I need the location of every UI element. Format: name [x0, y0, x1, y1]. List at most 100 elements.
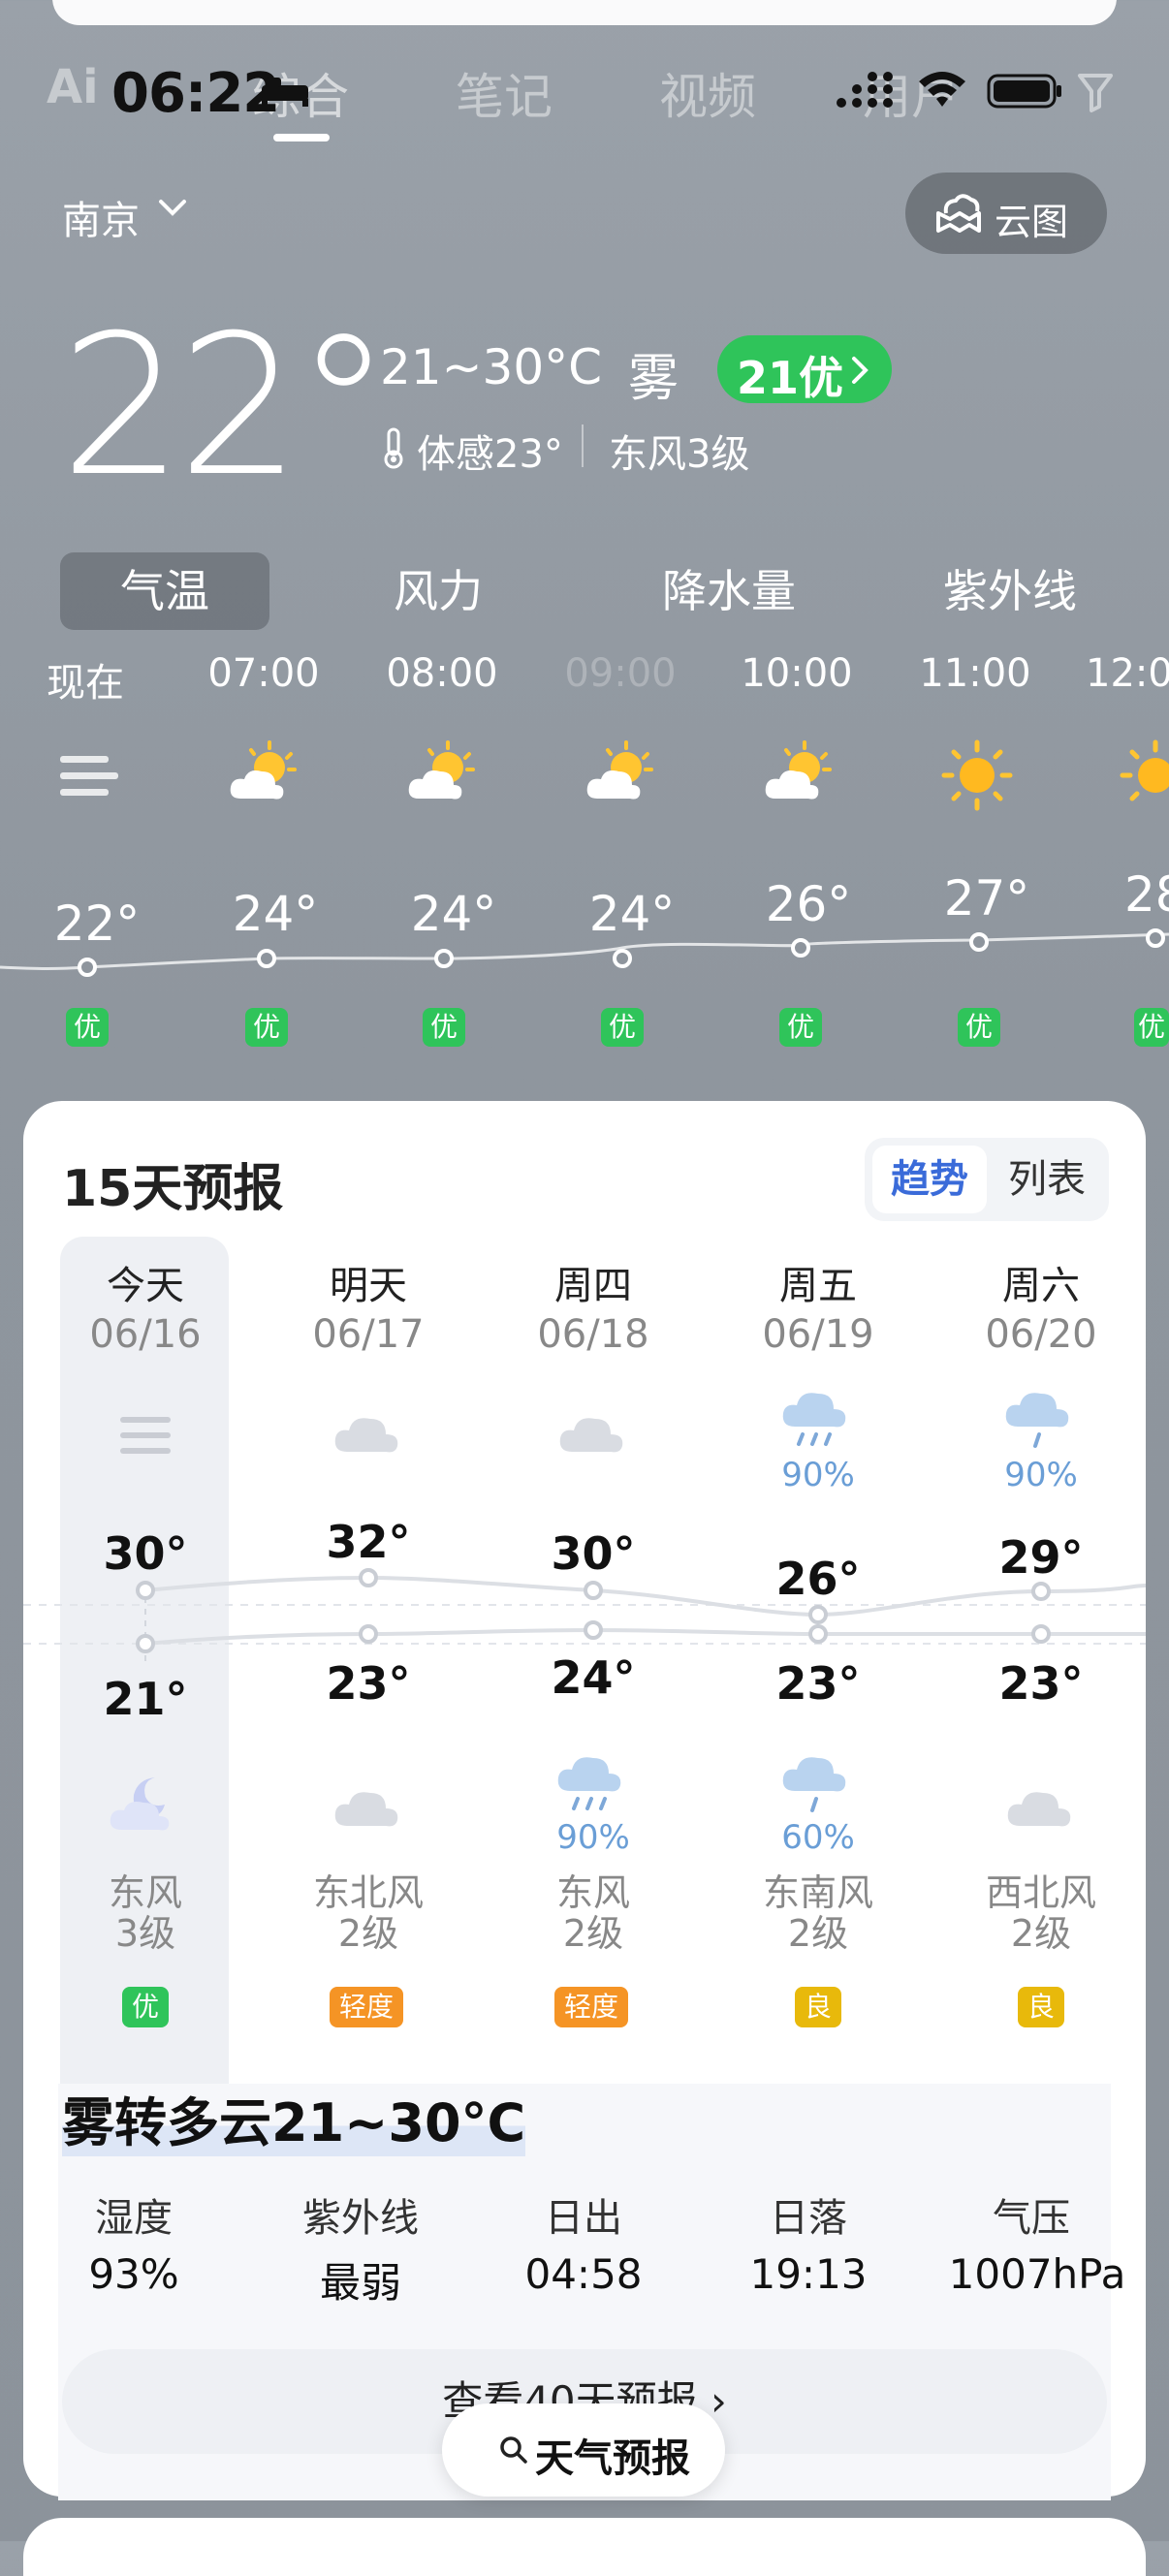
air-quality-badge: 良: [795, 1987, 842, 2027]
air-quality-badge: 轻度: [554, 1987, 629, 2027]
hour-temperature: 28°: [1124, 866, 1169, 923]
hour-temperature: 27°: [943, 870, 1030, 927]
air-quality-badge: 良: [1018, 1987, 1065, 2027]
clock: 06:22: [111, 62, 280, 125]
wind-level: 3级: [114, 1912, 176, 1955]
low-temp: 24°: [551, 1651, 636, 1704]
chevron-down-icon[interactable]: [157, 196, 188, 219]
air-quality-badge: 优: [66, 1008, 109, 1047]
hour-temperature: 22°: [53, 895, 141, 952]
forecast-card: 15天预报 趋势 列表 今天 明天 周四 周五 周六 06/16 06/17 0…: [23, 1101, 1146, 2500]
current-temperature: 22°: [60, 294, 392, 519]
signal-icon: [837, 72, 893, 108]
wind-direction: 东风: [555, 1871, 630, 1914]
air-quality-badge: 轻度: [330, 1987, 404, 2027]
battery-icon: [987, 74, 1061, 109]
tab-precipitation[interactable]: 降水量: [613, 552, 845, 630]
tab-videos[interactable]: 视频: [659, 58, 756, 128]
low-temp: 21°: [103, 1673, 188, 1725]
low-temp: 23°: [998, 1657, 1084, 1710]
active-tab-indicator: [273, 134, 330, 141]
uv-value: 最弱: [319, 2259, 401, 2307]
summary-title: 雾转多云21~30°C: [62, 2080, 526, 2156]
hour-time: 07:00: [207, 651, 320, 696]
hour-time: 10:00: [741, 651, 853, 696]
tab-wind[interactable]: 风力: [341, 552, 535, 630]
wifi-icon: [919, 72, 965, 107]
high-temp: 30°: [551, 1527, 636, 1580]
wind-level: 2级: [337, 1912, 399, 1955]
low-temp: 23°: [326, 1657, 411, 1710]
sun-icon: [941, 739, 1013, 811]
hour-temperature: 26°: [765, 876, 852, 932]
tab-notes[interactable]: 笔记: [456, 58, 553, 128]
weather-condition: 雾: [628, 350, 679, 408]
partly-cloudy-icon: [586, 740, 653, 800]
air-quality-badge: 优: [245, 1008, 288, 1047]
wind-direction: 东北风: [312, 1871, 424, 1914]
thermometer-icon: [384, 427, 403, 469]
cloud-icon: [1007, 1792, 1071, 1827]
uv-label: 紫外线: [302, 2196, 419, 2241]
tab-temperature[interactable]: 气温: [60, 552, 269, 630]
aqi-value: 21优: [737, 352, 844, 404]
pressure-value: 1007hPa: [948, 2250, 1126, 2298]
air-quality-badge: 优: [1134, 1008, 1169, 1047]
air-quality-badge: 优: [122, 1987, 170, 2027]
chevron-right-icon: [852, 357, 869, 384]
sunrise-value: 04:58: [524, 2250, 643, 2298]
wind-direction: 东风: [108, 1871, 182, 1914]
weather-pill-label: 天气预报: [535, 2436, 690, 2481]
air-quality-badge: 优: [423, 1008, 465, 1047]
wind-direction: 东南风: [762, 1871, 873, 1914]
air-quality-badge: 优: [958, 1008, 1000, 1047]
wind-level: 2级: [787, 1912, 849, 1955]
cloud-map-label: 云图: [995, 201, 1069, 243]
moon-cloud-icon: [110, 1777, 170, 1831]
wind-direction: 西北风: [985, 1871, 1096, 1914]
fog-icon: [60, 756, 118, 796]
filter-icon[interactable]: [1076, 70, 1119, 114]
feels-like: 体感23°: [417, 432, 563, 477]
night-precip-chance: 90%: [556, 1818, 630, 1857]
humidity-label: 湿度: [95, 2196, 173, 2241]
search-bar-edge[interactable]: [52, 0, 1117, 25]
partly-cloudy-icon: [230, 740, 297, 800]
temperature-range: 21~30°C: [380, 339, 603, 395]
high-temp: 29°: [998, 1531, 1084, 1584]
wind-level: 2级: [562, 1912, 624, 1955]
divider: [582, 424, 584, 467]
pressure-label: 气压: [993, 2196, 1070, 2241]
app-logo: Ai: [47, 60, 99, 114]
tab-uv[interactable]: 紫外线: [903, 552, 1117, 630]
metric-tabs: 气温 风力 降水量 紫外线: [60, 552, 1165, 630]
sunset-value: 19:13: [749, 2250, 868, 2298]
cloud-map-button[interactable]: 云图: [905, 173, 1107, 254]
location-label[interactable]: 南京: [62, 189, 140, 245]
current-wind: 东风3级: [609, 432, 750, 477]
sleep-mode-icon: [262, 78, 308, 107]
high-temp: 32°: [326, 1516, 411, 1568]
partly-cloudy-icon: [765, 740, 832, 800]
next-card-edge: [23, 2518, 1146, 2576]
status-bar: Ai 综合 笔记 视频 用户 06:22: [0, 39, 1169, 145]
high-temp: 26°: [775, 1553, 861, 1605]
rain-icon: [557, 1757, 621, 1810]
hour-time: 现在: [47, 661, 124, 706]
cloud-map-icon: [936, 194, 981, 233]
search-icon: [500, 2436, 527, 2464]
air-quality-badge: 优: [779, 1008, 822, 1047]
wind-level: 2级: [1010, 1912, 1072, 1955]
air-quality-badge: 优: [601, 1008, 644, 1047]
hour-time: 09:00: [564, 651, 677, 696]
low-temp: 23°: [775, 1657, 861, 1710]
aqi-badge[interactable]: 21优: [717, 335, 892, 404]
weather-search-pill[interactable]: 天气预报: [442, 2403, 725, 2497]
sun-icon: [1120, 739, 1169, 801]
sunrise-label: 日出: [545, 2196, 622, 2241]
hour-temperature: 24°: [588, 886, 676, 942]
hour-time: 12:00: [1086, 651, 1169, 696]
night-precip-chance: 60%: [781, 1818, 855, 1857]
hour-temperature: 24°: [410, 886, 497, 942]
hour-temperature: 24°: [232, 886, 319, 942]
